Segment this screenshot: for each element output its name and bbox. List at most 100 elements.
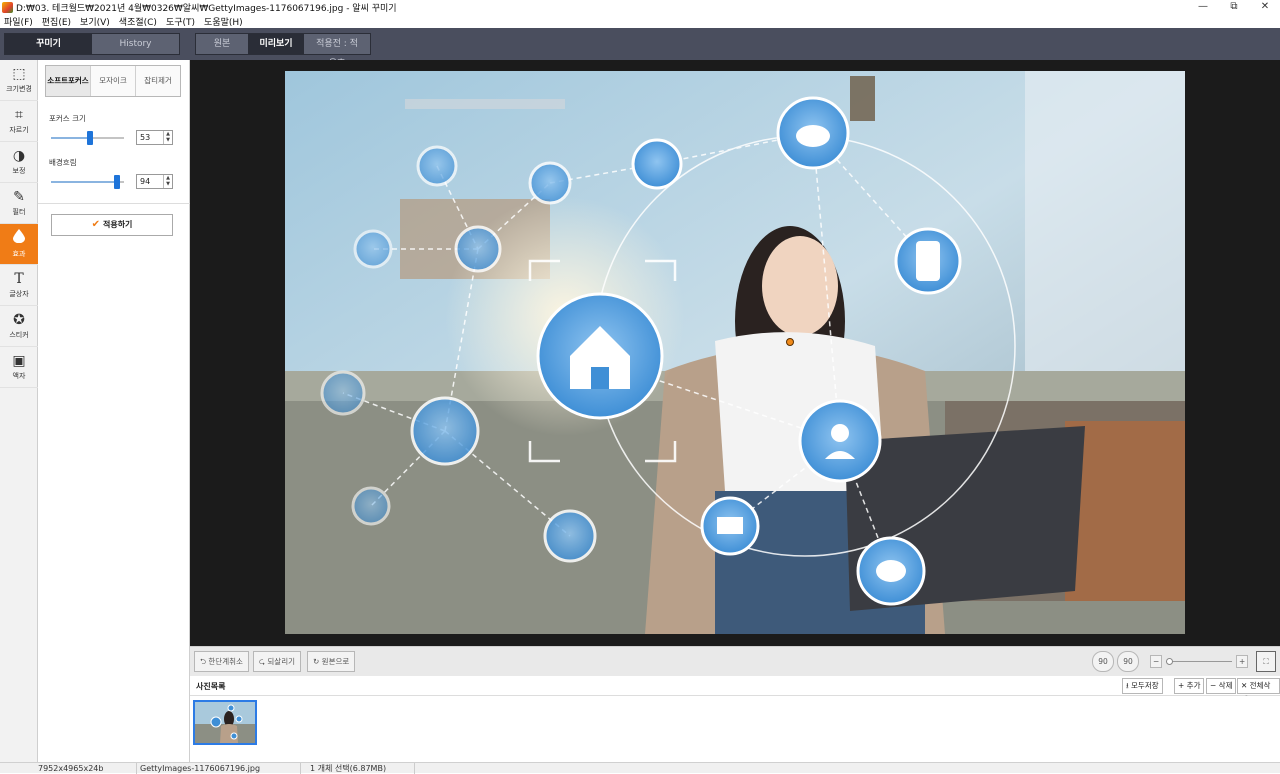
zoom-in-button[interactable]: + bbox=[1236, 655, 1249, 668]
drop-icon bbox=[13, 229, 25, 247]
tool-text[interactable]: T 글상자 bbox=[0, 265, 38, 306]
tool-correct[interactable]: ◑ 보정 bbox=[0, 142, 38, 183]
status-dimensions: 7952x4965x24b bbox=[38, 764, 104, 773]
tool-label: 글상자 bbox=[9, 290, 29, 298]
bg-blur-value: 94 bbox=[140, 177, 151, 186]
edited-photo[interactable] bbox=[285, 71, 1185, 634]
apply-label: 적용하기 bbox=[102, 220, 133, 229]
revert-label: 원본으로 bbox=[321, 657, 350, 666]
tab-compare[interactable]: 적용전 : 적용후 bbox=[304, 34, 370, 69]
tab-mosaic[interactable]: 모자이크 bbox=[91, 66, 136, 96]
focus-size-input[interactable]: 53 ▲ ▼ bbox=[136, 130, 173, 145]
bg-blur-slider[interactable] bbox=[51, 175, 124, 189]
app-logo-icon bbox=[2, 1, 13, 13]
fit-screen-button[interactable]: ⛶ bbox=[1256, 651, 1276, 672]
tool-label: 효과 bbox=[12, 250, 26, 258]
tool-label: 필터 bbox=[12, 208, 26, 216]
revert-icon: ↻ bbox=[313, 657, 322, 666]
add-button[interactable]: + 추가 bbox=[1174, 678, 1205, 694]
delete-all-button[interactable]: ✕ 전체삭제 bbox=[1237, 678, 1280, 704]
menu-bar: 파일(F) 편집(E) 보기(V) 색조절(C) 도구(T) 도움말(H) bbox=[0, 14, 1280, 28]
menu-help[interactable]: 도움말(H) bbox=[204, 15, 243, 28]
resize-icon: ⬚ bbox=[12, 66, 26, 82]
bg-blur-input[interactable]: 94 ▲ ▼ bbox=[136, 174, 173, 189]
focus-size-value: 53 bbox=[140, 133, 151, 142]
restore-button[interactable]: ⧉ bbox=[1219, 0, 1249, 14]
delete-button[interactable]: − 삭제 bbox=[1206, 678, 1237, 694]
photo-list-title: 사진목록 bbox=[196, 682, 226, 691]
tool-resize[interactable]: ⬚ 크기변경 bbox=[0, 60, 38, 101]
tool-label: 보정 bbox=[12, 167, 26, 175]
zoom-slider[interactable] bbox=[1166, 658, 1232, 665]
tool-sticker[interactable]: ✪ 스티커 bbox=[0, 306, 38, 347]
spin-arrows-icon[interactable]: ▲ ▼ bbox=[163, 131, 172, 144]
photo-illustration bbox=[285, 71, 1185, 634]
slider-fill bbox=[51, 137, 87, 139]
tab-history[interactable]: History bbox=[92, 34, 179, 54]
zoom-out-button[interactable]: − bbox=[1150, 655, 1163, 668]
tool-label: 스티커 bbox=[9, 331, 29, 339]
image-canvas[interactable] bbox=[190, 60, 1280, 646]
focus-size-label: 포커스 크기 bbox=[49, 114, 86, 123]
tab-original[interactable]: 원본 bbox=[196, 34, 248, 54]
slider-handle[interactable] bbox=[114, 175, 120, 189]
divider bbox=[136, 763, 137, 774]
window-title: D:₩03. 테크월드₩2021년 4월₩0326₩알씨₩GettyImages… bbox=[16, 3, 397, 14]
menu-edit[interactable]: 편집(E) bbox=[42, 15, 71, 28]
frame-icon: ▣ bbox=[12, 353, 26, 369]
tool-label: 크기변경 bbox=[6, 85, 32, 93]
apply-button[interactable]: ✔ 적용하기 bbox=[51, 214, 173, 236]
crop-icon: ⌗ bbox=[15, 107, 23, 123]
menu-file[interactable]: 파일(F) bbox=[4, 15, 33, 28]
redo-button[interactable]: ⮎ 되살리기 bbox=[253, 651, 302, 672]
photo-thumbnail[interactable] bbox=[193, 700, 257, 745]
tab-decorate[interactable]: 꾸미기 bbox=[5, 34, 92, 54]
view-tabs: 원본 미리보기 적용전 : 적용후 bbox=[195, 33, 371, 69]
redo-label: 되살리기 bbox=[267, 657, 296, 666]
tool-effect[interactable]: 효과 bbox=[0, 224, 38, 265]
tab-soft-focus[interactable]: 소프트포커스 bbox=[46, 66, 91, 96]
close-button[interactable]: ✕ bbox=[1250, 0, 1280, 14]
menu-view[interactable]: 보기(V) bbox=[80, 15, 110, 28]
slider-fill bbox=[51, 181, 114, 183]
tool-label: 자르기 bbox=[9, 126, 29, 134]
check-icon: ✔ bbox=[91, 219, 100, 230]
thumbnail-image bbox=[195, 702, 255, 743]
wand-icon: ✎ bbox=[13, 189, 25, 205]
undo-button[interactable]: ⮌ 한단계취소 bbox=[194, 651, 249, 672]
undo-label: 한단계취소 bbox=[208, 657, 243, 666]
status-filename: GettyImages-1176067196.jpg bbox=[140, 764, 261, 773]
rotate-left-button[interactable]: 90 bbox=[1092, 651, 1114, 672]
tool-filter[interactable]: ✎ 필터 bbox=[0, 183, 38, 224]
edit-controls-bar: ⮌ 한단계취소 ⮎ 되살리기 ↻ 원본으로 90 90 − + ⛶ bbox=[190, 646, 1280, 676]
divider bbox=[300, 763, 301, 774]
tool-crop[interactable]: ⌗ 자르기 bbox=[0, 101, 38, 142]
bg-blur-label: 배경흐림 bbox=[49, 158, 77, 167]
rotate-right-icon: 90 bbox=[1123, 657, 1133, 666]
menu-color[interactable]: 색조절(C) bbox=[119, 15, 157, 28]
photo-list-header: 사진목록 ⭳ 모두저장 + 추가 − 삭제 ✕ 전체삭제 bbox=[190, 676, 1280, 704]
fit-screen-icon: ⛶ bbox=[1263, 657, 1269, 666]
tool-frame[interactable]: ▣ 액자 bbox=[0, 347, 38, 388]
contrast-icon: ◑ bbox=[12, 148, 26, 164]
zoom-slider-handle[interactable] bbox=[1166, 658, 1173, 665]
save-all-button[interactable]: ⭳ 모두저장 bbox=[1122, 678, 1163, 694]
spin-arrows-icon[interactable]: ▲ ▼ bbox=[163, 175, 172, 188]
focus-size-slider[interactable] bbox=[51, 131, 124, 145]
text-icon: T bbox=[14, 271, 24, 287]
status-selection: 1 개체 선택(6.87MB) bbox=[310, 764, 387, 773]
title-bar: D:₩03. 테크월드₩2021년 4월₩0326₩알씨₩GettyImages… bbox=[0, 0, 1280, 14]
mode-tabs: 꾸미기 History bbox=[4, 33, 180, 55]
tab-blemish-removal[interactable]: 잡티제거 bbox=[136, 66, 180, 96]
tool-rail: ⬚ 크기변경 ⌗ 자르기 ◑ 보정 ✎ 필터 효과 T 글상자 ✪ 스티커 ▣ … bbox=[0, 60, 38, 762]
top-toolbar: 꾸미기 History 원본 미리보기 적용전 : 적용후 bbox=[0, 28, 1280, 69]
save-all-label: 모두저장 bbox=[1131, 681, 1159, 690]
revert-button[interactable]: ↻ 원본으로 bbox=[307, 651, 356, 672]
effect-subtabs: 소프트포커스 모자이크 잡티제거 bbox=[45, 65, 181, 97]
slider-handle[interactable] bbox=[87, 131, 93, 145]
rotate-left-icon: 90 bbox=[1098, 657, 1108, 666]
menu-tools[interactable]: 도구(T) bbox=[166, 15, 195, 28]
minimize-button[interactable]: — bbox=[1188, 0, 1218, 14]
tab-preview[interactable]: 미리보기 bbox=[248, 34, 304, 54]
rotate-right-button[interactable]: 90 bbox=[1117, 651, 1139, 672]
